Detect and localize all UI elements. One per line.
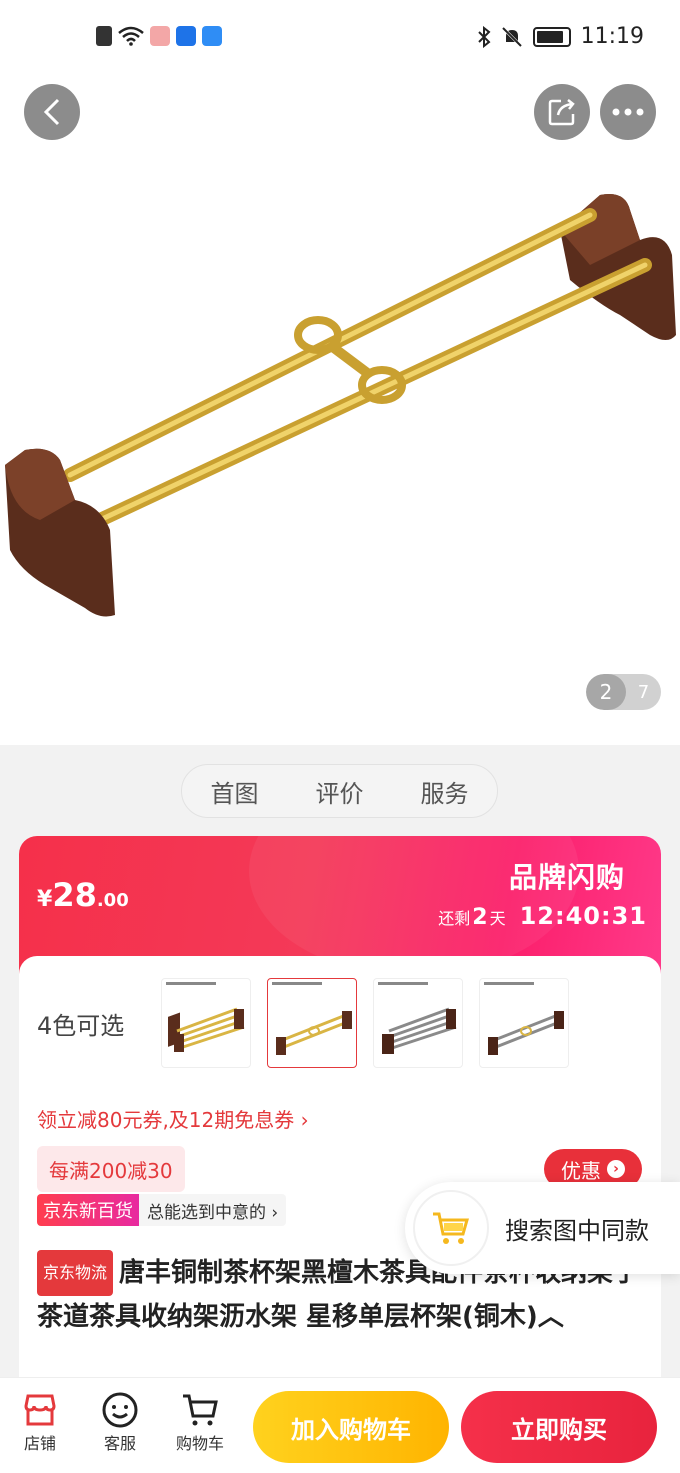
service-label: 客服	[103, 1434, 136, 1453]
status-bar: 11:19	[0, 0, 680, 80]
price-decimal: .00	[96, 890, 129, 911]
color-thumb[interactable]	[161, 978, 251, 1068]
flash-sale-title: 品牌闪购	[508, 861, 625, 894]
countdown-days: 2	[472, 905, 488, 930]
discount-label: 优惠	[561, 1158, 601, 1183]
add-to-cart-button[interactable]: 加入购物车	[253, 1391, 449, 1463]
chevron-left-icon	[43, 98, 60, 126]
more-dots-icon	[612, 108, 644, 116]
share-icon	[548, 99, 575, 126]
countdown: 还剩 2 天 12:40:31	[438, 902, 647, 930]
product-detail-page: 11:19 2 7 首图 评价 服务 ¥28.00 品牌闪购 还剩 2 天 12…	[0, 0, 680, 1473]
pager-total: 7	[637, 681, 650, 703]
countdown-prefix: 还剩	[438, 909, 471, 928]
chevron-right-icon: ›	[607, 1160, 625, 1178]
buy-now-button[interactable]: 立即购买	[461, 1391, 657, 1463]
color-thumbnails	[161, 978, 569, 1068]
more-button[interactable]	[600, 84, 656, 140]
bottom-action-bar: 店铺 客服 购物车 加入购物车 立即购买	[0, 1377, 680, 1473]
currency-symbol: ¥	[37, 887, 53, 912]
shopping-cart-icon	[433, 1212, 469, 1244]
product-photo	[5, 194, 676, 617]
jd-new-department-store[interactable]: 京东新百货 总能选到中意的 ›	[37, 1194, 287, 1226]
back-button[interactable]	[24, 84, 80, 140]
price: ¥28.00	[37, 876, 129, 914]
search-same-item-button[interactable]: 搜索图中同款	[405, 1182, 680, 1274]
promo-tag[interactable]: 每满200减30	[37, 1146, 185, 1192]
cart-nav[interactable]: 购物车	[170, 1390, 230, 1454]
tab-reviews[interactable]: 评价	[316, 774, 364, 809]
jd-new-badge: 京东新百货	[37, 1194, 139, 1226]
status-time: 11:19	[580, 24, 644, 49]
coupon-link[interactable]: 领立减80元券,及12期免息券 ›	[37, 1104, 309, 1133]
status-icons-left	[96, 26, 222, 46]
color-options-label[interactable]: 4色可选	[37, 1006, 124, 1041]
color-thumb[interactable]	[479, 978, 569, 1068]
tab-main-image[interactable]: 首图	[211, 774, 259, 809]
pager-current: 2	[586, 674, 626, 710]
service-nav[interactable]: 客服	[90, 1390, 150, 1454]
tab-service[interactable]: 服务	[421, 774, 469, 809]
gift-app-icon	[150, 26, 170, 46]
color-thumb-selected[interactable]	[267, 978, 357, 1068]
customer-service-icon	[102, 1392, 138, 1428]
jd-logistics-badge: 京东物流	[37, 1250, 114, 1296]
image-pager: 2 7	[586, 674, 661, 710]
battery-icon	[532, 26, 571, 47]
countdown-days-unit: 天	[489, 909, 506, 928]
shop-nav[interactable]: 店铺	[10, 1390, 70, 1454]
cart-icon	[183, 1394, 218, 1426]
jd-new-text: 总能选到中意的 ›	[147, 1202, 279, 1223]
search-same-label: 搜索图中同款	[505, 1216, 649, 1245]
bluetooth-icon	[477, 25, 491, 48]
shop-label: 店铺	[23, 1434, 56, 1453]
wifi-icon	[118, 26, 144, 46]
product-image-gallery[interactable]	[0, 80, 680, 745]
status-icons-right: 11:19	[477, 24, 644, 49]
share-button[interactable]	[534, 84, 590, 140]
weather-app-icon	[202, 26, 222, 46]
bulb-app-icon	[176, 26, 196, 46]
shop-icon	[24, 1394, 56, 1426]
section-tabs: 首图 评价 服务	[181, 764, 498, 818]
cart-icon-circle	[413, 1190, 489, 1266]
color-thumb[interactable]	[373, 978, 463, 1068]
countdown-time: 12:40:31	[519, 902, 647, 930]
mute-bell-icon	[501, 26, 522, 47]
price-integer: 28	[52, 876, 97, 914]
cart-label: 购物车	[175, 1434, 224, 1453]
alert-icon	[96, 26, 112, 46]
